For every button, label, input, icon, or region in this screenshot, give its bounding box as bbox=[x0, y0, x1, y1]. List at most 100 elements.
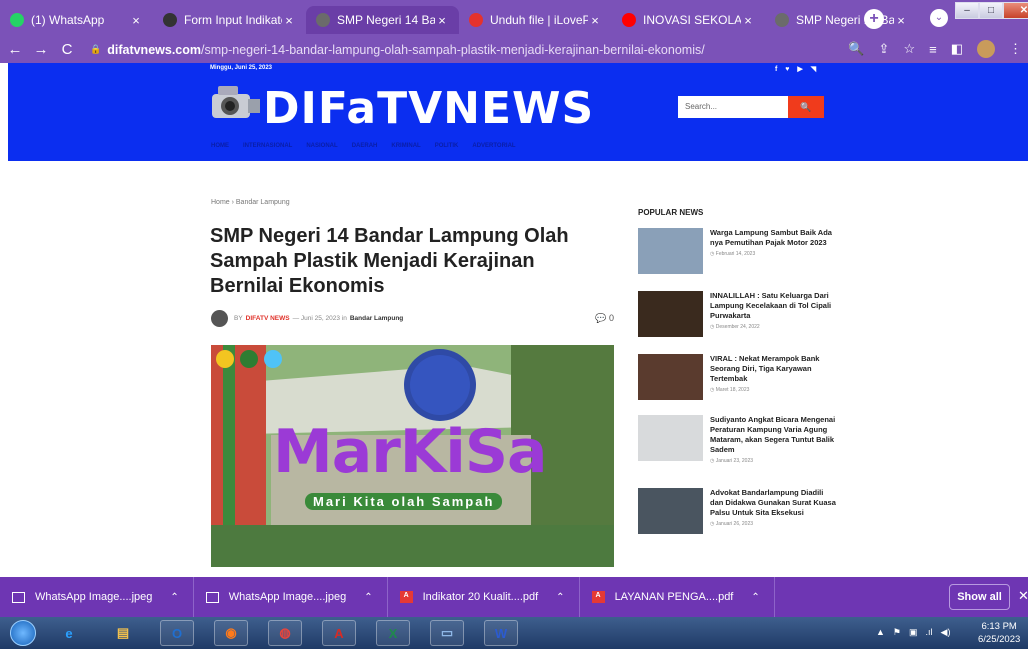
download-item[interactable]: A LAYANAN PENGA....pdf ⌃ bbox=[580, 577, 775, 617]
tab-title: Form Input Indikator bbox=[184, 13, 282, 27]
nav-item-internasional[interactable]: INTERNASIONAL bbox=[243, 143, 292, 149]
menu-icon[interactable]: ⋮ bbox=[1009, 41, 1022, 57]
download-options-chevron-icon[interactable]: ⌃ bbox=[364, 592, 372, 603]
address-bar[interactable]: difatvnews.com/smp-negeri-14-bandar-lamp… bbox=[107, 43, 705, 57]
popular-news-item[interactable]: INNALILLAH : Satu Keluarga Dari Lampung … bbox=[638, 291, 838, 337]
popular-news-date: ◷ Februari 14, 2023 bbox=[710, 251, 756, 257]
reload-button[interactable]: C bbox=[56, 41, 78, 58]
popular-news-thumbnail[interactable] bbox=[638, 415, 703, 461]
social-icons[interactable]: f ♥ ▶ ◥ bbox=[775, 65, 819, 73]
tab-close-button[interactable]: × bbox=[435, 13, 449, 28]
download-item[interactable]: A Indikator 20 Kualit....pdf ⌃ bbox=[388, 577, 580, 617]
popular-news-date-value: Desember 24, 2022 bbox=[715, 324, 760, 330]
popular-news-thumbnail[interactable] bbox=[638, 228, 703, 274]
tab-close-button[interactable]: × bbox=[282, 13, 296, 28]
browser-tab[interactable]: SMP Negeri 14 Bandar× bbox=[306, 6, 459, 34]
browser-tab[interactable]: SMP Negeri 14 Bandar× bbox=[765, 6, 918, 34]
internet-explorer-icon[interactable]: e bbox=[52, 620, 86, 646]
chrome-icon[interactable]: ◍ bbox=[268, 620, 302, 646]
popular-news-headline[interactable]: VIRAL : Nekat Merampok Bank Seorang Diri… bbox=[710, 354, 838, 384]
image-file-icon bbox=[12, 591, 25, 603]
popular-news-thumbnail[interactable] bbox=[638, 488, 703, 534]
minimize-button[interactable]: – bbox=[955, 2, 979, 19]
popular-news-date: ◷ Maret 18, 2023 bbox=[710, 387, 750, 393]
download-filename: LAYANAN PENGA....pdf bbox=[614, 591, 734, 603]
tab-close-button[interactable]: × bbox=[894, 13, 908, 28]
start-button[interactable] bbox=[10, 620, 36, 646]
side-panel-icon[interactable]: ◧ bbox=[951, 41, 963, 57]
ilovepdf-icon bbox=[469, 13, 483, 27]
forward-button[interactable]: → bbox=[30, 41, 52, 58]
browser-tab[interactable]: Form Input Indikator × bbox=[153, 6, 306, 34]
popular-news-headline[interactable]: Advokat Bandarlampung Diadili dan Didakw… bbox=[710, 488, 838, 518]
volume-icon[interactable]: ◀) bbox=[941, 627, 951, 638]
popular-news-item[interactable]: VIRAL : Nekat Merampok Bank Seorang Diri… bbox=[638, 354, 838, 400]
action-center-icon[interactable]: ⚑ bbox=[893, 627, 901, 638]
popular-news-item[interactable]: Sudiyanto Angkat Bicara Mengenai Peratur… bbox=[638, 415, 838, 464]
share-icon[interactable]: ⇪ bbox=[879, 41, 890, 57]
nav-item-home[interactable]: HOME bbox=[211, 143, 229, 149]
popular-news-thumbnail[interactable] bbox=[638, 291, 703, 337]
show-all-downloads-button[interactable]: Show all bbox=[949, 584, 1010, 610]
popular-news-thumbnail[interactable] bbox=[638, 354, 703, 400]
nav-item-politik[interactable]: POLITIK bbox=[435, 143, 459, 149]
download-item[interactable]: WhatsApp Image....jpeg ⌃ bbox=[0, 577, 194, 617]
whatsapp-icon bbox=[10, 13, 24, 27]
download-options-chevron-icon[interactable]: ⌃ bbox=[170, 592, 178, 603]
reading-list-icon[interactable]: ≡ bbox=[929, 42, 937, 57]
outlook-icon[interactable]: O bbox=[160, 620, 194, 646]
close-downloads-bar-button[interactable]: ✕ bbox=[1018, 588, 1028, 604]
nav-item-kriminal[interactable]: KRIMINAL bbox=[391, 143, 420, 149]
new-tab-button[interactable]: + bbox=[864, 9, 884, 29]
tab-search-button[interactable]: ⌄ bbox=[930, 9, 948, 27]
popular-news-item[interactable]: Advokat Bandarlampung Diadili dan Didakw… bbox=[638, 488, 838, 534]
tab-title: (1) WhatsApp bbox=[31, 13, 105, 27]
tray-expand-icon[interactable]: ▲ bbox=[876, 627, 885, 638]
browser-tab[interactable]: INOVASI SEKOLAH :× bbox=[612, 6, 765, 34]
tab-close-button[interactable]: × bbox=[588, 13, 602, 28]
file-explorer-icon[interactable]: ▤ bbox=[106, 620, 140, 646]
author-link[interactable]: DIFATV NEWS bbox=[246, 315, 290, 322]
nav-item-daerah[interactable]: DAERAH bbox=[352, 143, 378, 149]
author-avatar[interactable] bbox=[211, 309, 228, 327]
category-link[interactable]: Bandar Lampung bbox=[350, 315, 403, 322]
zoom-icon[interactable]: 🔍 bbox=[848, 41, 864, 57]
comments-count[interactable]: 💬 0 bbox=[595, 313, 614, 324]
tab-close-button[interactable]: × bbox=[129, 13, 143, 28]
back-button[interactable]: ← bbox=[4, 41, 26, 58]
close-window-button[interactable]: ✕ bbox=[1003, 2, 1028, 19]
breadcrumb[interactable]: Home › Bandar Lampung bbox=[211, 199, 290, 206]
download-options-chevron-icon[interactable]: ⌃ bbox=[556, 592, 564, 603]
popular-news-headline[interactable]: Sudiyanto Angkat Bicara Mengenai Peratur… bbox=[710, 415, 838, 455]
nav-item-advertorial[interactable]: ADVERTORIAL bbox=[472, 143, 515, 149]
search-input[interactable]: Search... bbox=[678, 96, 788, 118]
lock-icon[interactable]: 🔒 bbox=[90, 44, 101, 55]
site-header: Minggu, Juni 25, 2023 f ♥ ▶ ◥ DIFaTVNEWS… bbox=[8, 63, 1028, 161]
popular-news-headline[interactable]: Warga Lampung Sambut Baik Ada nya Pemuti… bbox=[710, 228, 838, 248]
popular-news-headline[interactable]: INNALILLAH : Satu Keluarga Dari Lampung … bbox=[710, 291, 838, 321]
search-button[interactable]: 🔍 bbox=[788, 96, 824, 118]
nav-item-nasional[interactable]: NASIONAL bbox=[306, 143, 337, 149]
browser-tab[interactable]: (1) WhatsApp × bbox=[0, 6, 153, 34]
profile-avatar[interactable] bbox=[977, 40, 995, 58]
maximize-button[interactable]: □ bbox=[979, 2, 1003, 19]
bookmark-star-icon[interactable]: ☆ bbox=[903, 41, 915, 57]
news-site-icon bbox=[316, 13, 330, 27]
acrobat-icon[interactable]: A bbox=[322, 620, 356, 646]
popular-news-date-value: Januari 23, 2023 bbox=[715, 458, 754, 464]
excel-icon[interactable]: X bbox=[376, 620, 410, 646]
system-clock[interactable]: 6:13 PM 6/25/2023 bbox=[978, 620, 1020, 646]
network-icon[interactable]: .ıl bbox=[926, 627, 933, 638]
popular-news-item[interactable]: Warga Lampung Sambut Baik Ada nya Pemuti… bbox=[638, 228, 838, 274]
site-logo[interactable]: DIFaTVNEWS bbox=[263, 83, 594, 134]
tab-close-button[interactable]: × bbox=[741, 13, 755, 28]
browser-tab[interactable]: Unduh file | iLovePDF× bbox=[459, 6, 612, 34]
power-icon[interactable]: ▣ bbox=[909, 627, 918, 638]
firefox-icon[interactable]: ◉ bbox=[214, 620, 248, 646]
pdf-file-icon: A bbox=[591, 591, 605, 603]
download-item[interactable]: WhatsApp Image....jpeg ⌃ bbox=[194, 577, 388, 617]
download-options-chevron-icon[interactable]: ⌃ bbox=[751, 592, 759, 603]
photo-viewer-icon[interactable]: ▭ bbox=[430, 620, 464, 646]
tab-title: SMP Negeri 14 Bandar bbox=[337, 13, 435, 27]
word-icon[interactable]: W bbox=[484, 620, 518, 646]
